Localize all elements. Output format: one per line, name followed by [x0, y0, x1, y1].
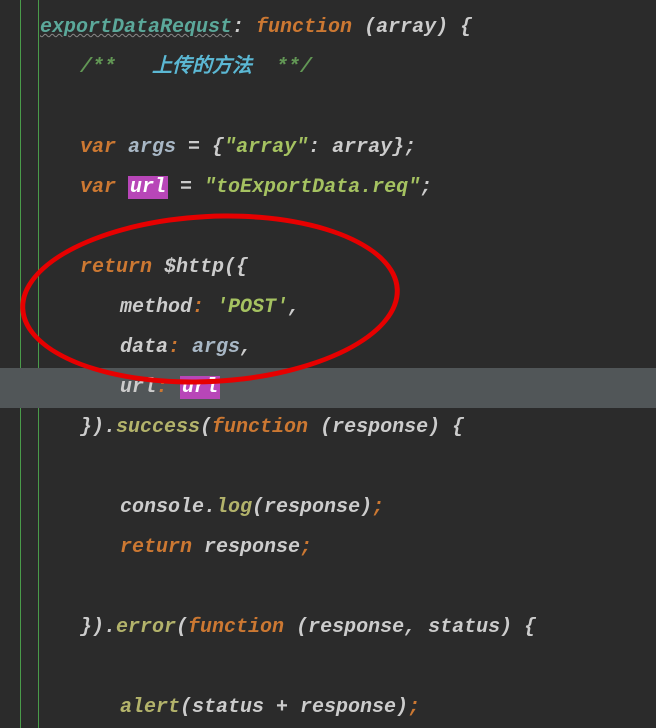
brace: { — [212, 136, 224, 159]
params: (array) { — [352, 16, 472, 39]
colon: : — [192, 296, 216, 319]
keyword-var: var — [80, 176, 128, 199]
args: (response) — [252, 496, 372, 519]
comment-text: 上传的方法 — [152, 56, 252, 79]
keyword-var: var — [80, 136, 128, 159]
keyword-function: function — [212, 416, 308, 439]
code-line[interactable]: return $http({ — [0, 248, 656, 288]
value: args — [192, 336, 240, 359]
blank-line — [0, 208, 656, 248]
paren: ( — [200, 416, 212, 439]
code-line[interactable]: }).error(function (response, status) { — [0, 608, 656, 648]
property: data — [120, 336, 168, 359]
equals: = — [176, 136, 212, 159]
keyword-function: function — [256, 16, 352, 39]
code-line-highlighted[interactable]: url: url — [0, 368, 656, 408]
value: array — [332, 136, 392, 159]
equals: = — [168, 176, 204, 199]
semicolon: ; — [372, 496, 384, 519]
code-line[interactable]: method: 'POST', — [0, 288, 656, 328]
property: method — [120, 296, 192, 319]
blank-line — [0, 568, 656, 608]
method-name: error — [116, 616, 176, 639]
colon: : — [156, 376, 180, 399]
close: }). — [80, 616, 116, 639]
method-name: log — [216, 496, 252, 519]
string: "toExportData.req" — [204, 176, 420, 199]
code-line[interactable]: console.log(response); — [0, 488, 656, 528]
keyword-return: return — [80, 256, 164, 279]
identifier: args — [128, 136, 176, 159]
object: console — [120, 496, 204, 519]
comma: , — [288, 296, 300, 319]
function-name: exportDataRequst — [40, 16, 232, 39]
code-line[interactable]: exportDataRequst: function (array) { — [0, 8, 656, 48]
semicolon: ; — [420, 176, 432, 199]
string: "array" — [224, 136, 308, 159]
colon: : — [168, 336, 192, 359]
blank-line — [0, 88, 656, 128]
code-line[interactable]: var url = "toExportData.req"; — [0, 168, 656, 208]
colon: : — [308, 136, 332, 159]
args: (status + response) — [180, 696, 408, 719]
call: $http({ — [164, 256, 248, 279]
code-line[interactable]: }).success(function (response) { — [0, 408, 656, 448]
paren: ( — [176, 616, 188, 639]
code-line[interactable]: return response; — [0, 528, 656, 568]
close: }). — [80, 416, 116, 439]
function-call: alert — [120, 696, 180, 719]
colon: : — [232, 16, 256, 39]
semicolon: ; — [300, 536, 312, 559]
code-line[interactable]: /** 上传的方法 **/ — [0, 48, 656, 88]
brace: }; — [392, 136, 416, 159]
keyword-return: return — [120, 536, 204, 559]
blank-line — [0, 448, 656, 488]
comma: , — [240, 336, 252, 359]
code-line[interactable]: data: args, — [0, 328, 656, 368]
semicolon: ; — [408, 696, 420, 719]
property: url — [120, 376, 156, 399]
comment-end: **/ — [252, 56, 312, 79]
highlighted-identifier: url — [128, 176, 168, 199]
blank-line — [0, 648, 656, 688]
method-name: success — [116, 416, 200, 439]
params: (response, status) { — [284, 616, 536, 639]
value: response — [204, 536, 300, 559]
string: 'POST' — [216, 296, 288, 319]
code-line[interactable]: var args = {"array": array}; — [0, 128, 656, 168]
code-line[interactable]: alert(status + response); — [0, 688, 656, 728]
dot: . — [204, 496, 216, 519]
comment-start: /** — [80, 56, 152, 79]
params: (response) { — [308, 416, 464, 439]
highlighted-identifier: url — [180, 376, 220, 399]
code-editor[interactable]: exportDataRequst: function (array) { /**… — [0, 0, 656, 728]
keyword-function: function — [188, 616, 284, 639]
